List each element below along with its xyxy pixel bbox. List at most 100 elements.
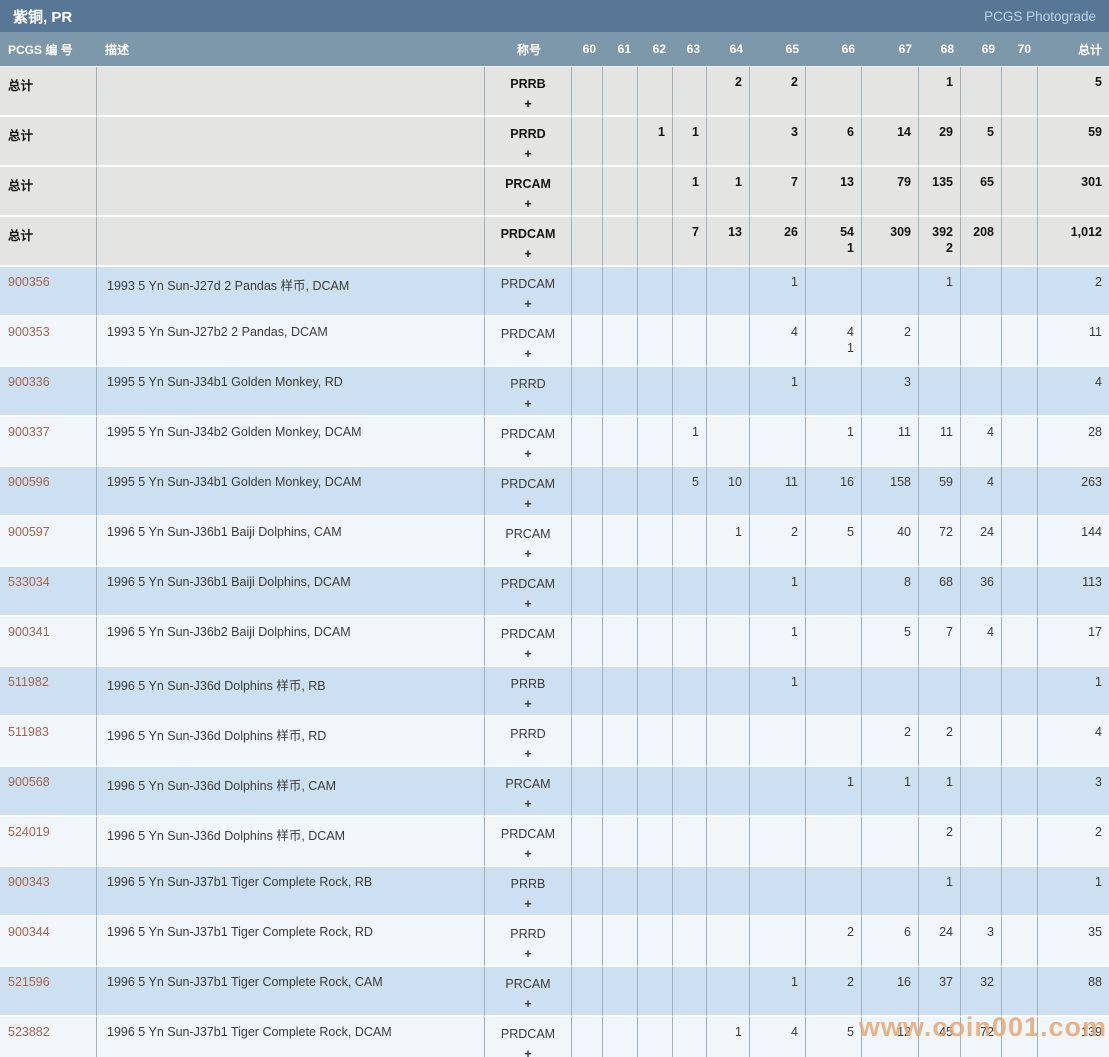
grade-count: 4	[963, 474, 994, 490]
pcgs-number-link[interactable]: 511983	[8, 725, 49, 739]
pcgs-number-link[interactable]: 523882	[8, 1025, 50, 1039]
grade-cell-69	[961, 667, 1002, 717]
grade-cell-60	[572, 367, 603, 417]
pcgs-number-link[interactable]: 521596	[8, 975, 50, 989]
pcgs-number-link[interactable]: 900596	[8, 475, 50, 489]
grade-cell-65: 1	[750, 967, 806, 1017]
table-row: 9003431996 5 Yn Sun-J37b1 Tiger Complete…	[0, 867, 1109, 917]
grade-cell-63	[673, 517, 707, 567]
pcgs-number-link[interactable]: 900336	[8, 375, 50, 389]
description-cell: 1993 5 Yn Sun-J27b2 2 Pandas, DCAM	[97, 317, 485, 367]
grade-cell-62	[638, 717, 673, 767]
grade-count: 158	[864, 474, 911, 490]
designation-cell: PRDCAM+	[485, 317, 572, 367]
grade-cell-64	[707, 567, 750, 617]
total-cell: 88	[1038, 967, 1109, 1017]
pcgs-number-cell: 900353	[0, 317, 97, 367]
pcgs-number-link[interactable]: 900337	[8, 425, 50, 439]
pcgs-number-cell: 900343	[0, 867, 97, 917]
grade-count: 7	[921, 624, 953, 640]
grade-cell-69: 24	[961, 517, 1002, 567]
grade-count: 1	[921, 74, 953, 90]
designation-cell: PRRB+	[485, 67, 572, 117]
grade-cell-65	[750, 817, 806, 867]
column-header: 68	[919, 32, 961, 67]
grade-count: 2	[808, 924, 854, 940]
table-row: 5119821996 5 Yn Sun-J36d Dolphins 样币, RB…	[0, 667, 1109, 717]
designation-label: PRRB	[486, 74, 570, 94]
grade-cell-67: 158	[862, 467, 919, 517]
grade-cell-64	[707, 617, 750, 667]
pcgs-number-link[interactable]: 533034	[8, 575, 50, 589]
grade-cell-66: 541	[806, 217, 862, 267]
grade-cell-63: 1	[673, 167, 707, 217]
pcgs-number-link[interactable]: 900356	[8, 275, 50, 289]
grade-cell-68: 11	[919, 417, 961, 467]
grade-cell-60	[572, 167, 603, 217]
grade-count: 1	[864, 774, 911, 790]
grade-cell-64: 10	[707, 467, 750, 517]
pcgs-number-link[interactable]: 900353	[8, 325, 50, 339]
grade-cell-68	[919, 317, 961, 367]
photograde-link[interactable]: PCGS Photograde	[984, 9, 1096, 24]
grade-cell-63	[673, 567, 707, 617]
total-cell: 2	[1038, 267, 1109, 317]
total-cell: 263	[1038, 467, 1109, 517]
grade-count: 2	[709, 74, 742, 90]
column-header: 66	[806, 32, 862, 67]
grade-count: 79	[864, 174, 911, 190]
pcgs-number-link[interactable]: 511982	[8, 675, 49, 689]
population-table: PCGS 编 号描述称号6061626364656667686970总计 总计P…	[0, 32, 1109, 1057]
description-cell	[97, 167, 485, 217]
pcgs-number-link[interactable]: 900344	[8, 925, 50, 939]
grade-cell-69: 36	[961, 567, 1002, 617]
grade-cell-66: 41	[806, 317, 862, 367]
grade-count: 1	[752, 974, 798, 990]
grade-count: 1	[752, 624, 798, 640]
grade-cell-64	[707, 417, 750, 467]
grade-count: 24	[963, 524, 994, 540]
grade-cell-65: 1	[750, 367, 806, 417]
total-cell: 59	[1038, 117, 1109, 167]
total-cell: 5	[1038, 67, 1109, 117]
grade-cell-60	[572, 117, 603, 167]
description-cell	[97, 67, 485, 117]
grade-cell-61	[603, 567, 638, 617]
pcgs-number-cell: 533034	[0, 567, 97, 617]
description-cell: 1996 5 Yn Sun-J37b1 Tiger Complete Rock,…	[97, 1017, 485, 1057]
pcgs-number-link[interactable]: 900343	[8, 875, 50, 889]
grade-cell-63	[673, 917, 707, 967]
grade-cell-65: 7	[750, 167, 806, 217]
grade-cell-60	[572, 1017, 603, 1057]
grade-cell-60	[572, 517, 603, 567]
designation-label: PRDCAM	[486, 224, 570, 244]
designation-plus: +	[486, 594, 570, 614]
designation-label: PRDCAM	[486, 474, 570, 494]
grade-cell-64: 2	[707, 67, 750, 117]
summary-row: 总计PRRD+11361429559	[0, 117, 1109, 167]
pcgs-number-link[interactable]: 900597	[8, 525, 50, 539]
pcgs-number-link[interactable]: 524019	[8, 825, 50, 839]
grade-cell-68: 37	[919, 967, 961, 1017]
grade-cell-70	[1002, 667, 1038, 717]
grade-cell-62	[638, 317, 673, 367]
designation-cell: PRDCAM+	[485, 1017, 572, 1057]
grade-cell-60	[572, 567, 603, 617]
grade-cell-62	[638, 917, 673, 967]
title-bar: 紫铜, PR PCGS Photograde	[0, 0, 1109, 32]
grade-cell-62	[638, 817, 673, 867]
grade-cell-64	[707, 767, 750, 817]
grade-cell-68: 29	[919, 117, 961, 167]
grade-cell-67	[862, 867, 919, 917]
grade-cell-69: 72	[961, 1017, 1002, 1057]
grade-cell-61	[603, 617, 638, 667]
grade-cell-63	[673, 717, 707, 767]
column-header: 61	[603, 32, 638, 67]
grade-count: 11	[864, 424, 911, 440]
pcgs-number-link[interactable]: 900568	[8, 775, 50, 789]
grade-count: 2	[864, 324, 911, 340]
grade-count: 1	[709, 174, 742, 190]
pcgs-number-link[interactable]: 900341	[8, 625, 50, 639]
grade-cell-61	[603, 917, 638, 967]
grade-count: 16	[864, 974, 911, 990]
